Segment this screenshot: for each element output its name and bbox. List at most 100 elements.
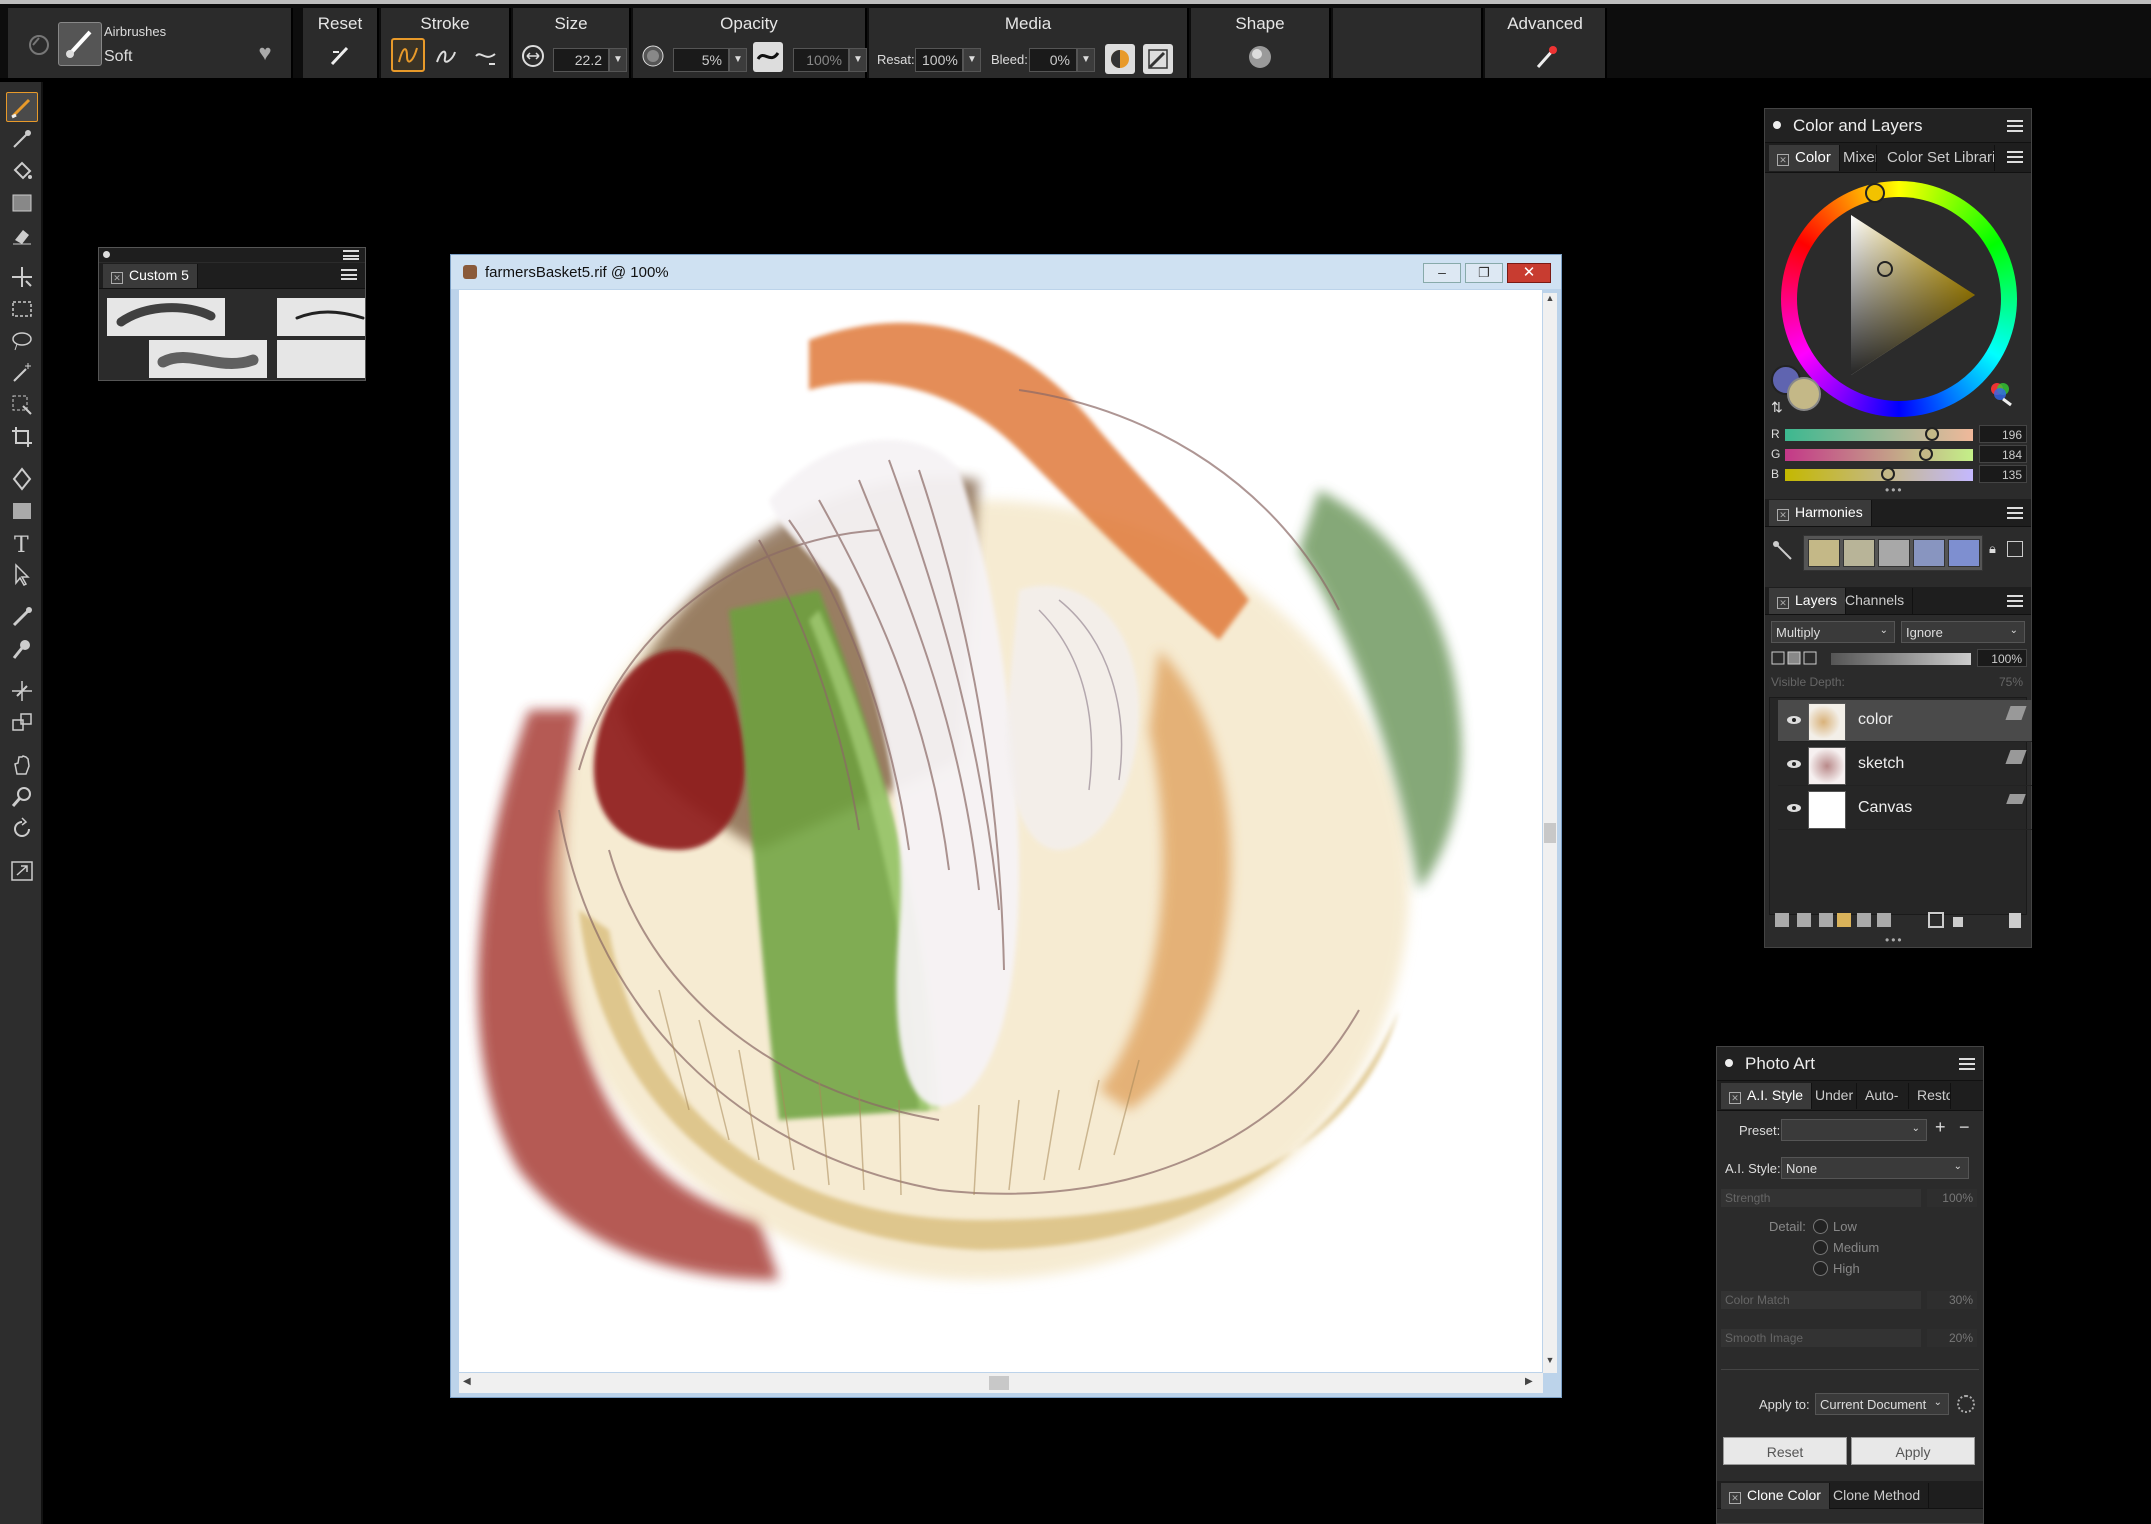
maximize-button[interactable]: ❐ — [1465, 263, 1503, 283]
opacity-dial-icon[interactable] — [639, 42, 667, 70]
layer-opacity-slider[interactable] — [1831, 653, 1971, 665]
magic-wand-icon[interactable] — [6, 358, 38, 388]
swap-colors-icon[interactable]: ⇅ — [1771, 399, 1783, 416]
harmony-swatch[interactable] — [1948, 539, 1980, 567]
freehand-stroke-icon[interactable] — [391, 38, 425, 72]
layer-adjuster-icon[interactable] — [6, 262, 38, 292]
detail-high-radio[interactable] — [1813, 1261, 1828, 1276]
straight-stroke-icon[interactable] — [429, 38, 463, 72]
opacity-field[interactable]: 5% — [673, 48, 729, 72]
layers-menu-icon[interactable] — [2007, 595, 2023, 607]
composite-method-select[interactable]: Multiply ⌄ — [1771, 621, 1895, 643]
harmony-swatch[interactable] — [1808, 539, 1840, 567]
document-titlebar[interactable]: farmersBasket5.rif @ 100% – ❐ ✕ — [451, 255, 1561, 289]
detail-medium-radio[interactable] — [1813, 1240, 1828, 1255]
text-tool-icon[interactable]: T — [6, 528, 38, 558]
eraser-tool-icon[interactable] — [6, 220, 38, 250]
strength-value[interactable]: 100% — [1927, 1189, 1977, 1207]
bleed-dropdown-icon[interactable]: ▼ — [1077, 48, 1095, 72]
size-dropdown-icon[interactable]: ▼ — [609, 48, 627, 72]
harmony-swatch[interactable] — [1843, 539, 1875, 567]
visibility-eye-icon[interactable] — [1786, 712, 1802, 728]
brush-preset-4[interactable] — [277, 340, 365, 378]
rect-selection-icon[interactable] — [6, 294, 38, 324]
tab-clone-method[interactable]: Clone Method — [1825, 1483, 1930, 1509]
tab-ai-style[interactable]: ✕ A.I. Style — [1721, 1083, 1813, 1109]
layer-name-color[interactable]: color — [1858, 711, 1893, 729]
brush-category[interactable]: Airbrushes — [104, 24, 166, 39]
main-color-swatch[interactable] — [1787, 377, 1821, 411]
shape-selection-icon[interactable] — [6, 560, 38, 590]
advanced-brush-icon[interactable] — [1529, 40, 1563, 74]
rotate-page-icon[interactable] — [6, 814, 38, 844]
mirror-tool-icon[interactable] — [6, 708, 38, 738]
magnifier-icon[interactable] — [6, 782, 38, 812]
red-slider-thumb[interactable] — [1925, 427, 1939, 441]
close-clone-color-tab-icon[interactable]: ✕ — [1729, 1492, 1741, 1504]
tab-mixer[interactable]: Mixer — [1835, 145, 1877, 171]
brush-thumbnail-icon[interactable] — [58, 22, 102, 66]
reset-brush-icon[interactable] — [323, 38, 357, 72]
strength-slider[interactable]: Strength — [1721, 1189, 1921, 1207]
tab-clone-color[interactable]: ✕ Clone Color — [1721, 1483, 1830, 1509]
photo-art-menu-icon[interactable] — [1959, 1058, 1975, 1070]
blue-slider-thumb[interactable] — [1881, 467, 1895, 481]
opacity-dropdown-icon[interactable]: ▼ — [729, 48, 747, 72]
favorite-heart-icon[interactable]: ♥ — [248, 36, 282, 70]
blue-slider[interactable] — [1785, 467, 1973, 481]
tab-restoration[interactable]: Resto — [1909, 1083, 1951, 1109]
tab-layers[interactable]: ✕ Layers — [1769, 588, 1847, 614]
pen-tool-icon[interactable] — [6, 464, 38, 494]
transform-tool-icon[interactable] — [6, 676, 38, 706]
horizontal-scrollbar[interactable]: ◀ ▶ — [459, 1373, 1543, 1393]
layer-lock-icons[interactable] — [1771, 649, 1819, 667]
brush-preset-2[interactable] — [277, 298, 365, 336]
color-layers-titlebar[interactable]: Color and Layers — [1765, 109, 2031, 143]
tab-color[interactable]: ✕ Color — [1769, 145, 1840, 171]
custom-5-menu-icon[interactable] — [341, 269, 357, 280]
grain-dropdown-icon[interactable]: ▼ — [849, 48, 867, 72]
green-slider-thumb[interactable] — [1919, 447, 1933, 461]
rubber-stamp-icon[interactable] — [6, 634, 38, 664]
brush-preset-1[interactable] — [107, 298, 225, 336]
crop-tool-icon[interactable] — [6, 422, 38, 452]
grain-field[interactable]: 100% — [793, 48, 849, 72]
layer-opacity-value[interactable]: 100% — [1977, 649, 2027, 667]
ai-style-select[interactable]: None ⌄ — [1781, 1157, 1969, 1179]
scroll-up-icon[interactable]: ▲ — [1544, 293, 1556, 307]
vertical-scroll-thumb[interactable] — [1544, 823, 1556, 843]
green-slider[interactable] — [1785, 447, 1973, 461]
tab-color-set-libraries[interactable]: Color Set Librarie — [1879, 145, 1995, 171]
vertical-scrollbar[interactable]: ▲ ▼ — [1543, 293, 1557, 1373]
color-tab-menu-icon[interactable] — [2007, 151, 2023, 163]
settings-gear-icon[interactable] — [1957, 1395, 1975, 1413]
photo-art-titlebar[interactable]: Photo Art — [1717, 1047, 1983, 1081]
horizontal-scroll-thumb[interactable] — [989, 1376, 1009, 1390]
detail-low-radio[interactable] — [1813, 1219, 1828, 1234]
visibility-eye-icon[interactable] — [1786, 756, 1802, 772]
color-picker-icon[interactable] — [1989, 381, 2015, 407]
remove-preset-icon[interactable]: − — [1959, 1117, 1970, 1138]
minimize-button[interactable]: – — [1423, 263, 1461, 283]
gradient-tool-icon[interactable] — [6, 188, 38, 218]
add-harmony-icon[interactable] — [2007, 541, 2023, 557]
apply-to-select[interactable]: Current Document ⌄ — [1815, 1393, 1949, 1415]
red-slider[interactable] — [1785, 427, 1973, 441]
color-layers-menu-icon[interactable] — [2007, 120, 2023, 132]
color-match-value[interactable]: 30% — [1927, 1291, 1977, 1309]
tab-harmonies[interactable]: ✕ Harmonies — [1769, 500, 1872, 526]
harmony-swatch[interactable] — [1913, 539, 1945, 567]
brush-history-icon[interactable] — [22, 28, 56, 62]
visibility-eye-icon[interactable] — [1786, 800, 1802, 816]
stroke-options-icon[interactable] — [469, 38, 503, 72]
layer-name-canvas[interactable]: Canvas — [1858, 799, 1912, 817]
dab-type-icon[interactable] — [1105, 44, 1135, 74]
dropper-tool-icon[interactable] — [6, 124, 38, 154]
close-tab-icon[interactable]: ✕ — [111, 272, 123, 284]
color-match-slider[interactable]: Color Match — [1721, 1291, 1921, 1309]
layer-row-sketch[interactable]: sketch — [1778, 744, 2032, 786]
layer-name-sketch[interactable]: sketch — [1858, 755, 1904, 773]
smooth-image-value[interactable]: 20% — [1927, 1329, 1977, 1347]
layer-row-canvas[interactable]: Canvas — [1778, 788, 2032, 830]
add-preset-icon[interactable]: + — [1935, 1117, 1946, 1138]
